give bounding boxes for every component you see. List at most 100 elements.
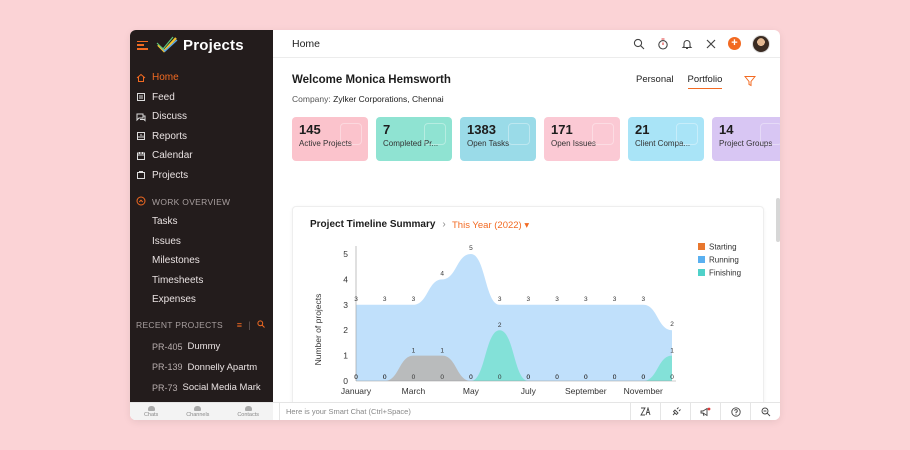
smart-chat-input[interactable]: Here is your Smart Chat (Ctrl+Space) [279, 403, 630, 420]
projects-logo-icon [156, 36, 178, 53]
data-label: 2 [670, 321, 674, 328]
projects-icon [136, 170, 146, 180]
project-name: Dummy [187, 341, 221, 353]
sidebar: Projects Home Feed Discuss Reports Calen… [130, 30, 273, 402]
card-project-groups[interactable]: 14 Project Groups [712, 117, 780, 161]
sidebar-item-timesheets[interactable]: Timesheets [130, 271, 273, 291]
recent-project-item[interactable]: PR-405 Dummy [130, 337, 273, 358]
tab-personal[interactable]: Personal [636, 74, 674, 89]
data-label: 3 [641, 296, 645, 303]
tools-icon[interactable] [704, 37, 717, 50]
data-label: 0 [440, 374, 444, 381]
filter-icon[interactable] [744, 75, 756, 87]
avatar[interactable] [752, 34, 770, 53]
data-label: 0 [354, 374, 358, 381]
recent-project-item[interactable]: PR-139 Donnelly Apartm [130, 357, 273, 378]
search-icon[interactable] [257, 319, 265, 330]
tab-portfolio[interactable]: Portfolio [687, 74, 723, 89]
x-tick-label: May [463, 386, 480, 396]
nav-label: Projects [152, 169, 189, 181]
nav-item-reports[interactable]: Reports [130, 127, 273, 147]
data-label: 1 [412, 348, 416, 355]
channels-icon [194, 405, 202, 411]
sidebar-item-tasks[interactable]: Tasks [130, 212, 273, 232]
card-active-projects[interactable]: 145 Active Projects [292, 117, 368, 161]
legend-label: Finishing [709, 269, 741, 278]
data-label: 0 [584, 374, 588, 381]
chats-button[interactable]: Chats [143, 405, 159, 418]
filter-settings-icon[interactable]: ≡ [237, 320, 243, 330]
legend-swatch [698, 269, 705, 276]
recent-project-item[interactable]: PR-73 Social Media Mark [130, 378, 273, 399]
project-code: PR-139 [152, 362, 183, 373]
data-label: 0 [412, 374, 416, 381]
nav-item-feed[interactable]: Feed [130, 88, 273, 108]
legend-label: Starting [709, 243, 737, 252]
welcome-heading: Welcome Monica Hemsworth [292, 74, 451, 86]
y-tick-label: 4 [343, 274, 348, 284]
main-content: Welcome Monica Hemsworth Company: Zylker… [273, 58, 780, 402]
view-switcher: Personal Portfolio [636, 74, 723, 89]
add-button[interactable]: + [728, 37, 741, 50]
contacts-button[interactable]: Contacts [237, 405, 260, 418]
y-tick-label: 0 [343, 376, 348, 386]
bell-icon[interactable] [680, 37, 693, 50]
announcement-icon[interactable] [690, 403, 720, 420]
data-label: 0 [670, 374, 674, 381]
company-name: Zylker Corporations, Chennai [333, 94, 444, 104]
menu-icon[interactable] [137, 40, 148, 50]
chats-label: Chats [143, 411, 159, 418]
data-label: 1 [670, 348, 674, 355]
contacts-label: Contacts [237, 411, 260, 418]
nav-item-calendar[interactable]: Calendar [130, 146, 273, 166]
zoom-icon[interactable] [750, 403, 780, 420]
divider: | [248, 319, 251, 330]
nav-label: Calendar [152, 150, 193, 162]
top-bar: Home + [273, 30, 780, 58]
help-icon[interactable] [720, 403, 750, 420]
work-overview-heading[interactable]: WORK OVERVIEW [130, 194, 273, 210]
data-label: 0 [555, 374, 559, 381]
chevron-up-circle-icon [136, 196, 146, 208]
company-label: Company: [292, 94, 331, 104]
work-overview-list: Tasks Issues Milestones Timesheets Expen… [130, 212, 273, 310]
data-label: 0 [641, 374, 645, 381]
discuss-icon [136, 112, 146, 122]
feed-icon [136, 92, 146, 102]
breadcrumb: Home [292, 37, 321, 50]
contacts-icon [244, 405, 252, 411]
plug-icon[interactable] [660, 403, 690, 420]
data-label: 0 [383, 374, 387, 381]
card-decoration [340, 123, 362, 145]
section-label: WORK OVERVIEW [152, 197, 231, 207]
project-name: Social Media Mark [182, 382, 261, 394]
data-label: 3 [412, 296, 416, 303]
nav-item-projects[interactable]: Projects [130, 166, 273, 186]
sidebar-item-expenses[interactable]: Expenses [130, 290, 273, 310]
channels-button[interactable]: Channels [186, 405, 209, 418]
data-label: 3 [383, 296, 387, 303]
data-label: 3 [498, 296, 502, 303]
x-tick-label: March [402, 386, 426, 396]
timer-icon[interactable] [656, 37, 669, 50]
chat-shortcuts: Chats Channels Contacts [130, 403, 273, 420]
summary-cards: 145 Active Projects 7 Completed Pr... 1383… [292, 117, 780, 161]
translate-icon[interactable] [630, 403, 660, 420]
section-label: RECENT PROJECTS [136, 319, 223, 330]
nav-item-home[interactable]: Home [130, 68, 273, 88]
scrollbar[interactable] [776, 198, 780, 242]
data-label: 0 [613, 374, 617, 381]
legend-swatch [698, 256, 705, 263]
nav-item-discuss[interactable]: Discuss [130, 107, 273, 127]
card-completed-projects[interactable]: 7 Completed Pr... [376, 117, 452, 161]
recent-projects-list: PR-405 Dummy PR-139 Donnelly Apartm PR-73 S… [130, 337, 273, 399]
card-open-tasks[interactable]: 1383 Open Tasks [460, 117, 536, 161]
search-icon[interactable] [632, 37, 645, 50]
card-client-companies[interactable]: 21 Client Compa... [628, 117, 704, 161]
card-open-issues[interactable]: 171 Open Issues [544, 117, 620, 161]
project-code: PR-73 [152, 382, 178, 393]
sidebar-item-issues[interactable]: Issues [130, 232, 273, 252]
sidebar-item-milestones[interactable]: Milestones [130, 251, 273, 271]
data-label: 5 [469, 245, 473, 252]
y-axis-title: Number of projects [313, 294, 323, 366]
